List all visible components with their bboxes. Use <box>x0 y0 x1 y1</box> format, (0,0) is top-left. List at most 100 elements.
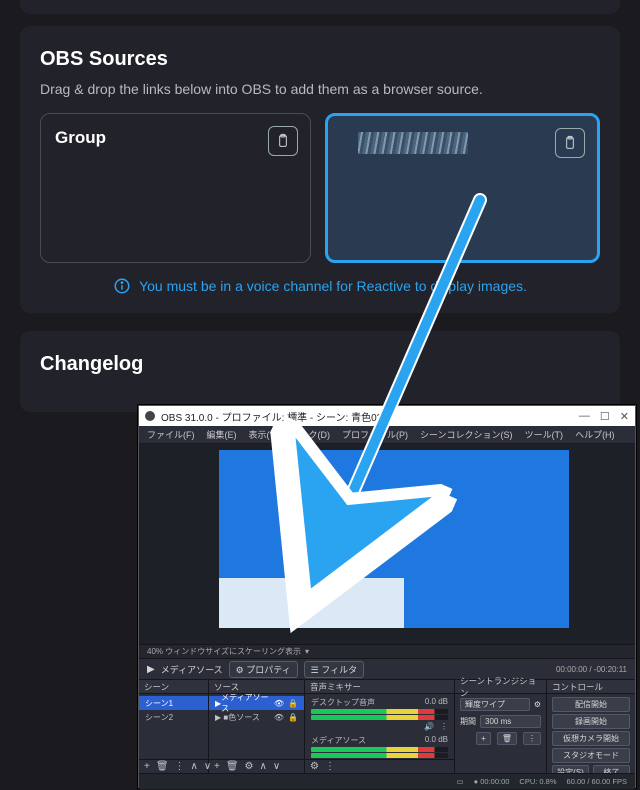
exit-button[interactable]: 終了 <box>593 765 630 773</box>
duration-label: 期間 <box>460 716 476 727</box>
clipboard-icon <box>275 133 291 149</box>
dock-head-scenes: シーン <box>144 681 169 693</box>
dock-controls: コントロール 配信開始 録画開始 仮想カメラ開始 スタジオモード 設定(S) 終… <box>547 680 635 773</box>
remove-icon[interactable]: 🗑 <box>156 761 169 772</box>
play-icon[interactable]: ▶ <box>147 664 155 675</box>
sources-heading: OBS Sources <box>40 48 600 71</box>
preview-canvas <box>199 450 569 636</box>
copy-button[interactable] <box>555 128 585 158</box>
media-label: メディアソース <box>161 663 223 676</box>
mixer-channel: メディアソース0.0 dB 🔊⋮ <box>305 734 454 759</box>
lock-icon[interactable]: 🔒 <box>288 713 298 722</box>
menu-file[interactable]: ファイル(F) <box>147 428 195 441</box>
studio-mode-button[interactable]: スタジオモード <box>552 748 630 763</box>
menu-help[interactable]: ヘルプ(H) <box>575 428 615 441</box>
close-button[interactable]: ✕ <box>620 410 629 423</box>
status-fps: 60.00 / 60.00 FPS <box>567 777 627 786</box>
volume-icon[interactable]: 🔊 <box>424 722 434 731</box>
card-title: Group <box>55 128 296 148</box>
dock-transitions: シーントランジション 輝度ワイプ⚙ 期間300 ms +🗑⋮ <box>455 680 547 773</box>
audio-meter <box>311 747 448 752</box>
add-icon[interactable]: + <box>476 732 491 745</box>
obs-menubar: ファイル(F) 編集(E) 表示(V) ドック(D) プロファイル(P) シーン… <box>139 426 635 444</box>
more-icon[interactable]: ⋮ <box>523 732 541 745</box>
transition-select[interactable]: 輝度ワイプ <box>460 698 530 711</box>
start-vcam-button[interactable]: 仮想カメラ開始 <box>552 731 630 746</box>
source-cards: Group <box>40 113 600 263</box>
zoom-text: 40% ウィンドウサイズにスケーリング表示 <box>147 646 301 657</box>
obs-app-icon <box>145 411 155 421</box>
add-icon[interactable]: + <box>144 761 150 772</box>
prev-panel-edge <box>20 0 620 14</box>
obs-window: OBS 31.0.0 - プロファイル: 標準 - シーン: 青色02 — ☐ … <box>138 405 636 788</box>
redacted-label <box>358 132 468 154</box>
up-icon[interactable]: ∧ <box>260 761 267 772</box>
dock-head-sources: ソース <box>214 681 239 693</box>
filter-icon[interactable]: ⋮ <box>175 761 185 772</box>
menu-profile[interactable]: プロファイル(P) <box>342 428 408 441</box>
obs-titlebar[interactable]: OBS 31.0.0 - プロファイル: 標準 - シーン: 青色02 — ☐ … <box>139 406 635 426</box>
add-icon[interactable]: + <box>214 761 220 772</box>
obs-sources-panel: OBS Sources Drag & drop the links below … <box>20 26 620 313</box>
status-cpu: CPU: 0.8% <box>519 777 556 786</box>
up-icon[interactable]: ∧ <box>191 761 198 772</box>
preview-zoom-bar: 40% ウィンドウサイズにスケーリング表示 ▾ <box>139 644 635 658</box>
copy-button[interactable] <box>268 126 298 156</box>
audio-meter <box>311 753 448 758</box>
preview-overlay-source <box>219 578 404 628</box>
source-item[interactable]: ▶ メディアソース👁🔒 <box>209 696 304 710</box>
audio-meter <box>311 709 448 714</box>
more-icon[interactable]: ⋮ <box>325 761 335 772</box>
dock-head-controls: コントロール <box>552 681 603 693</box>
obs-statusbar: ▭ ● 00:00:00 CPU: 0.8% 60.00 / 60.00 FPS <box>139 774 635 789</box>
properties-button[interactable]: ⚙ プロパティ <box>229 661 298 678</box>
remove-icon[interactable]: 🗑 <box>226 761 239 772</box>
source-card-individual[interactable] <box>325 113 600 263</box>
settings-icon[interactable]: ⚙ <box>534 700 541 709</box>
menu-edit[interactable]: 編集(E) <box>207 428 237 441</box>
audio-meter <box>311 715 448 720</box>
dock-scenes: シーン シーン1 シーン2 + 🗑 ⋮ ∧ ∨ <box>139 680 209 773</box>
mixer-footer: ⚙ ⋮ <box>305 759 454 773</box>
source-item[interactable]: ▶ ■ 色ソース👁🔒 <box>209 710 304 724</box>
filters-button[interactable]: ☰ フィルタ <box>304 661 364 678</box>
dock-sources: ソース ▶ メディアソース👁🔒 ▶ ■ 色ソース👁🔒 + 🗑 ⚙ ∧ ∨ <box>209 680 305 773</box>
obs-title: OBS 31.0.0 - プロファイル: 標準 - シーン: 青色02 <box>161 409 382 424</box>
voice-channel-notice: You must be in a voice channel for React… <box>40 277 600 295</box>
time-remain: -00:20:11 <box>594 665 627 674</box>
dock-head-mixer: 音声ミキサー <box>310 681 361 693</box>
start-record-button[interactable]: 録画開始 <box>552 714 630 729</box>
eye-icon[interactable]: 👁 <box>274 713 284 722</box>
maximize-button[interactable]: ☐ <box>600 410 610 423</box>
menu-dock[interactable]: ドック(D) <box>291 428 331 441</box>
status-network-icon: ▭ <box>457 777 464 786</box>
obs-preview[interactable] <box>139 444 635 644</box>
lock-icon[interactable]: 🔒 <box>288 699 298 708</box>
notice-text: You must be in a voice channel for React… <box>139 278 527 294</box>
menu-scene-collection[interactable]: シーンコレクション(S) <box>420 428 513 441</box>
menu-view[interactable]: 表示(V) <box>249 428 279 441</box>
menu-tools[interactable]: ツール(T) <box>525 428 564 441</box>
source-card-group[interactable]: Group <box>40 113 311 263</box>
minimize-button[interactable]: — <box>579 410 590 423</box>
changelog-heading: Changelog <box>40 353 600 376</box>
settings-icon[interactable]: ⚙ <box>310 761 319 772</box>
settings-button[interactable]: 設定(S) <box>552 765 589 773</box>
start-stream-button[interactable]: 配信開始 <box>552 697 630 712</box>
settings-icon[interactable]: ⚙ <box>245 761 254 772</box>
info-icon <box>113 277 131 295</box>
more-icon[interactable]: ⋮ <box>440 722 448 731</box>
window-controls: — ☐ ✕ <box>579 410 629 423</box>
scene-item[interactable]: シーン2 <box>139 710 208 724</box>
chevron-down-icon[interactable]: ▾ <box>305 647 309 656</box>
sources-subtext: Drag & drop the links below into OBS to … <box>40 81 600 97</box>
duration-input[interactable]: 300 ms <box>480 715 541 728</box>
scenes-footer: + 🗑 ⋮ ∧ ∨ <box>139 759 208 773</box>
status-rec: 00:00:00 <box>480 777 509 786</box>
clipboard-icon <box>562 135 578 151</box>
scene-item[interactable]: シーン1 <box>139 696 208 710</box>
down-icon[interactable]: ∨ <box>273 761 280 772</box>
eye-icon[interactable]: 👁 <box>274 699 284 708</box>
remove-icon[interactable]: 🗑 <box>497 732 517 745</box>
changelog-panel: Changelog <box>20 331 620 412</box>
